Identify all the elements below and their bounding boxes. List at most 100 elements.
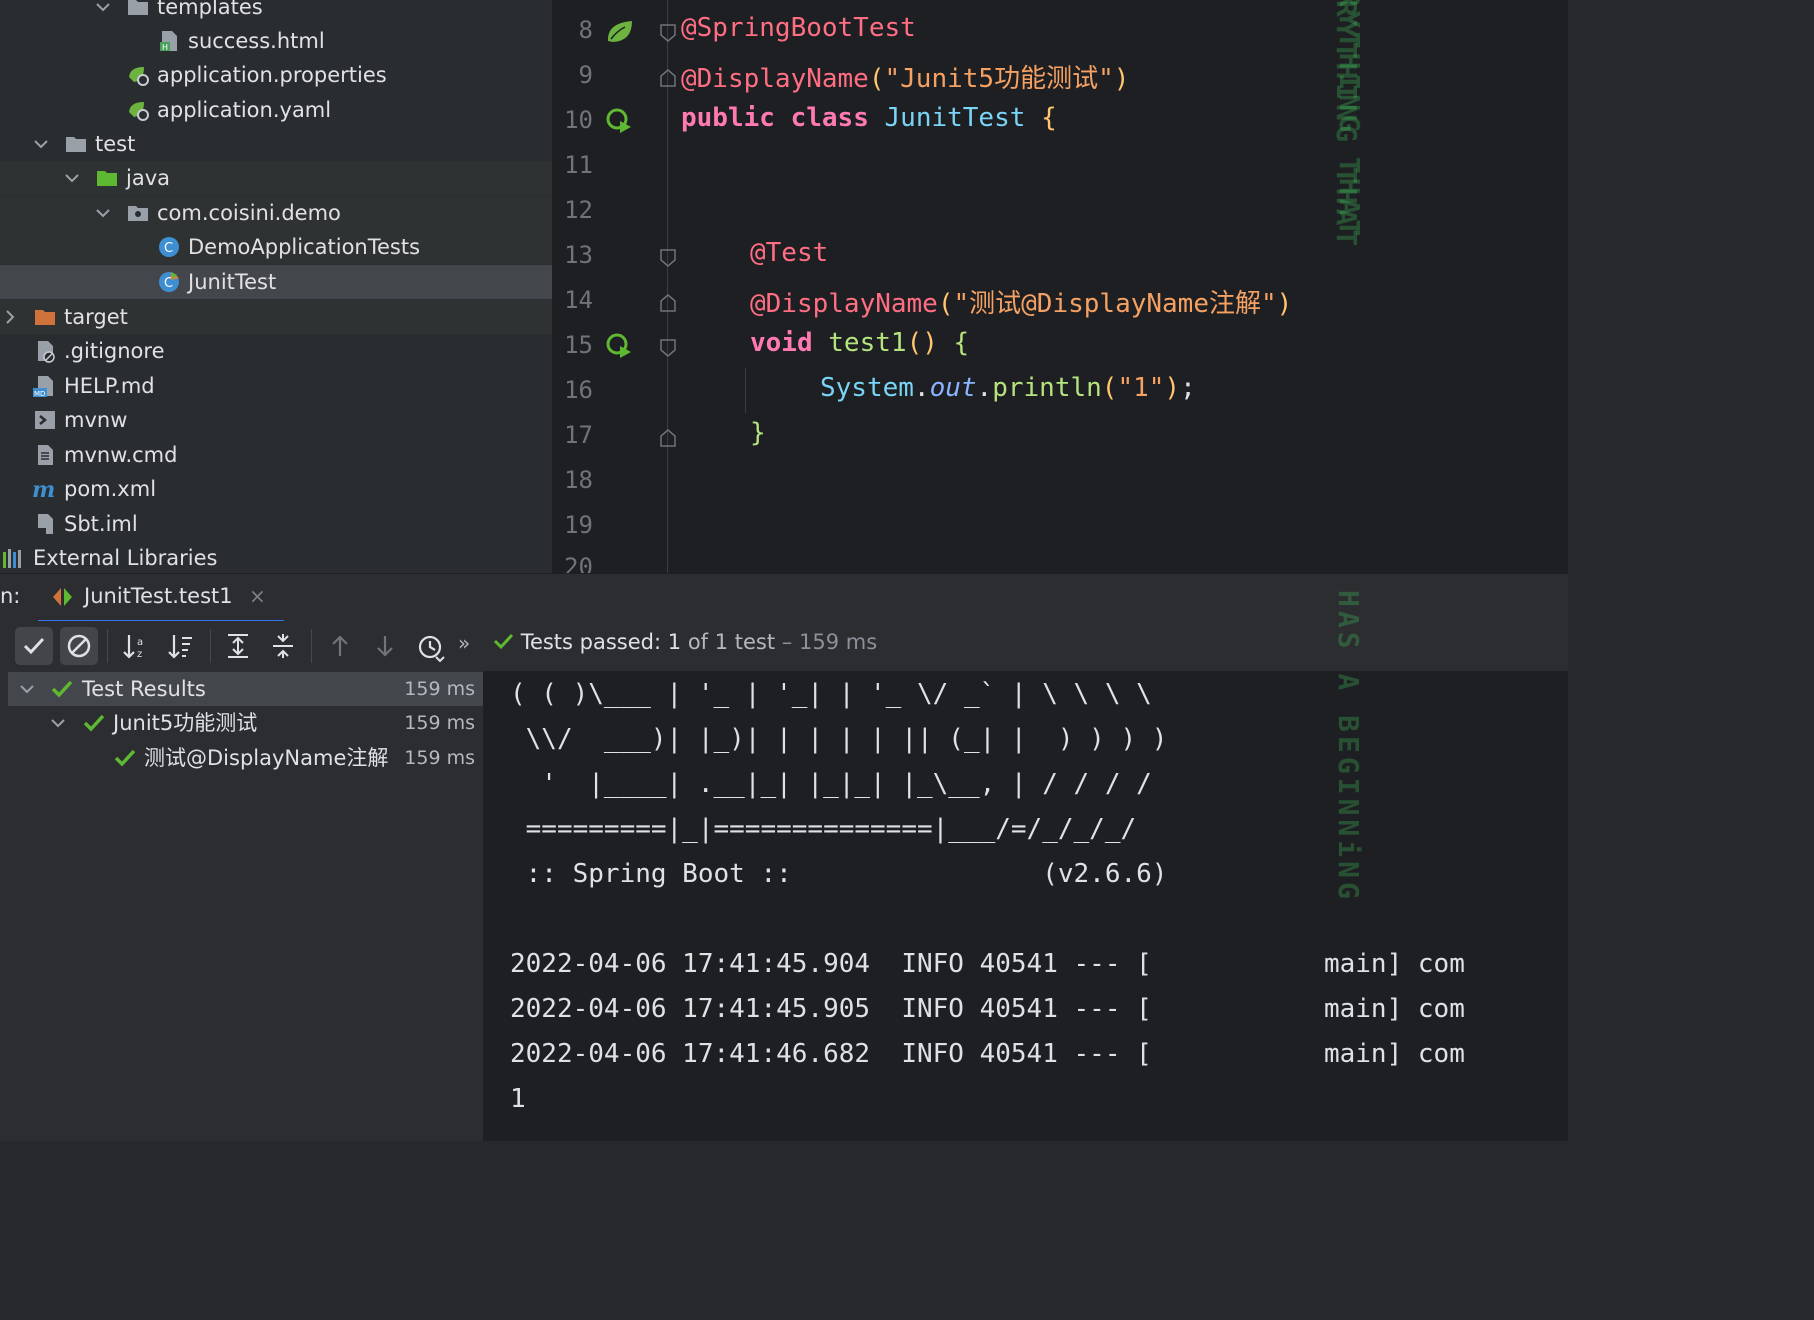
string-literal: "1" [1117, 373, 1165, 403]
expand-all-button[interactable] [219, 627, 257, 665]
markdown-file-icon: MD [33, 376, 53, 398]
toolbar-separator [210, 629, 211, 663]
code-line-17[interactable]: } [750, 418, 766, 448]
show-passed-button[interactable] [15, 627, 53, 665]
run-test-icon[interactable] [605, 331, 635, 361]
run-tab-label: JunitTest.test1 [84, 584, 233, 608]
test-node-label: Test Results [82, 677, 206, 701]
line-number: 8 [578, 16, 593, 44]
more-actions-icon[interactable]: » [458, 631, 470, 655]
tree-item-label: application.properties [157, 63, 387, 87]
tree-item-package[interactable]: com.coisini.demo [0, 196, 552, 230]
line-number: 14 [564, 286, 593, 314]
tree-item-application-properties[interactable]: application.properties [0, 58, 552, 92]
fold-end-icon[interactable] [660, 294, 676, 312]
status-prefix: Tests passed: [520, 630, 662, 654]
console-line: ' |____| .__|_| |_|_| |_\__, | / / / / [510, 769, 1152, 799]
line-number: 12 [564, 196, 593, 224]
svg-text:H: H [162, 43, 168, 52]
run-test-icon[interactable] [605, 106, 635, 136]
fold-marker-icon[interactable] [660, 24, 676, 42]
tree-item-label: target [64, 305, 128, 329]
tree-item-label: DemoApplicationTests [188, 235, 421, 259]
tree-item-help-md[interactable]: MD HELP.md [0, 369, 552, 403]
text-file-icon [38, 445, 53, 465]
test-history-button[interactable] [411, 627, 449, 665]
code-line-14[interactable]: @DisplayName("测试@DisplayName注解") [750, 283, 1292, 320]
fold-end-icon[interactable] [660, 69, 676, 87]
chevron-down-icon[interactable] [49, 714, 67, 732]
fold-marker-icon[interactable] [660, 339, 676, 357]
tree-item-mvnw-cmd[interactable]: mvnw.cmd [0, 438, 552, 472]
annotation: @SpringBootTest [681, 13, 916, 43]
line-number: 15 [564, 331, 593, 359]
line-number: 19 [564, 511, 593, 539]
collapse-all-button[interactable] [264, 627, 302, 665]
tree-item-sbt-iml[interactable]: Sbt.iml [0, 507, 552, 541]
console-line: 2022-04-06 17:41:45.904 INFO 40541 --- [… [510, 949, 1465, 979]
chevron-down-icon[interactable] [18, 680, 36, 698]
keyword: class [790, 103, 869, 133]
tree-item-demoapplicationtests[interactable]: C DemoApplicationTests [0, 230, 552, 264]
test-results-root[interactable]: Test Results 159 ms [8, 672, 483, 706]
tree-item-label: com.coisini.demo [157, 201, 341, 225]
tree-item-templates[interactable]: templates [0, 0, 552, 24]
code-line-13[interactable]: @Test [750, 238, 828, 268]
test-class-node[interactable]: Junit5功能测试 159 ms [8, 706, 483, 740]
close-icon[interactable]: × [249, 584, 266, 608]
collapse-all-icon [273, 634, 293, 658]
next-failed-button[interactable] [366, 627, 404, 665]
indent-guide [745, 368, 746, 413]
fold-end-icon[interactable] [660, 429, 676, 447]
console-line: :: Spring Boot :: (v2.6.6) [510, 859, 1168, 889]
paren: ) [1164, 373, 1181, 403]
code-line-15[interactable]: void test1() { [750, 328, 969, 358]
sort-duration-icon [168, 635, 192, 659]
run-tab[interactable]: JunitTest.test1 × [38, 574, 284, 623]
test-method-node[interactable]: 测试@DisplayName注解 159 ms [8, 741, 483, 775]
tree-item-application-yaml[interactable]: application.yaml [0, 93, 552, 127]
console-output[interactable]: ( ( )\___ | '_ | '_| | '_ \/ _` | \ \ \ … [484, 671, 1568, 1141]
class-ref: System [820, 373, 914, 403]
code-line-8[interactable]: @SpringBootTest [681, 13, 916, 43]
status-total: of 1 test [687, 630, 776, 654]
tree-item-test[interactable]: test [0, 127, 552, 161]
spring-bean-icon[interactable] [605, 17, 635, 47]
tree-item-java[interactable]: java [0, 161, 552, 195]
chevron-down-icon[interactable] [32, 135, 50, 153]
fold-marker-icon[interactable] [660, 249, 676, 267]
dot: . [913, 373, 930, 403]
spring-config-icon [129, 102, 149, 121]
tree-item-success-html[interactable]: H success.html [0, 24, 552, 58]
tree-item-junittest[interactable]: C JunitTest [0, 265, 552, 299]
tree-item-external-libraries[interactable]: External Libraries [0, 541, 552, 573]
java-test-class-icon: C [159, 272, 179, 292]
sort-by-duration-button[interactable] [162, 627, 200, 665]
previous-failed-button[interactable] [321, 627, 359, 665]
tree-item-gitignore[interactable]: .gitignore [0, 334, 552, 368]
method-call: println [992, 373, 1102, 403]
tree-item-label: success.html [188, 29, 325, 53]
console-line: 2022-04-06 17:41:46.682 INFO 40541 --- [… [510, 1039, 1465, 1069]
tree-item-target[interactable]: target [0, 300, 552, 334]
sort-alphabetically-button[interactable]: az [117, 627, 155, 665]
chevron-down-icon[interactable] [94, 0, 112, 16]
chevron-down-icon[interactable] [63, 169, 81, 187]
tree-item-label: Sbt.iml [64, 512, 138, 536]
tree-item-pom-xml[interactable]: m pom.xml [0, 472, 552, 506]
svg-text:m: m [32, 477, 55, 501]
line-number: 10 [564, 106, 593, 134]
code-line-16[interactable]: System.out.println("1"); [820, 373, 1196, 403]
tree-item-label: application.yaml [157, 98, 332, 122]
paren: ( [937, 289, 954, 319]
console-line: ( ( )\___ | '_ | '_| | '_ \/ _` | \ \ \ … [510, 679, 1152, 709]
test-source-folder-icon [97, 171, 117, 186]
chevron-right-icon[interactable] [1, 308, 19, 326]
show-ignored-button[interactable] [60, 627, 98, 665]
history-icon [418, 635, 445, 663]
tree-item-mvnw[interactable]: mvnw [0, 403, 552, 437]
chevron-down-icon[interactable] [94, 204, 112, 222]
code-line-9[interactable]: @DisplayName("Junit5功能测试") [681, 58, 1129, 95]
arrow-up-icon [332, 635, 348, 656]
code-line-10[interactable]: public class JunitTest { [681, 103, 1057, 133]
